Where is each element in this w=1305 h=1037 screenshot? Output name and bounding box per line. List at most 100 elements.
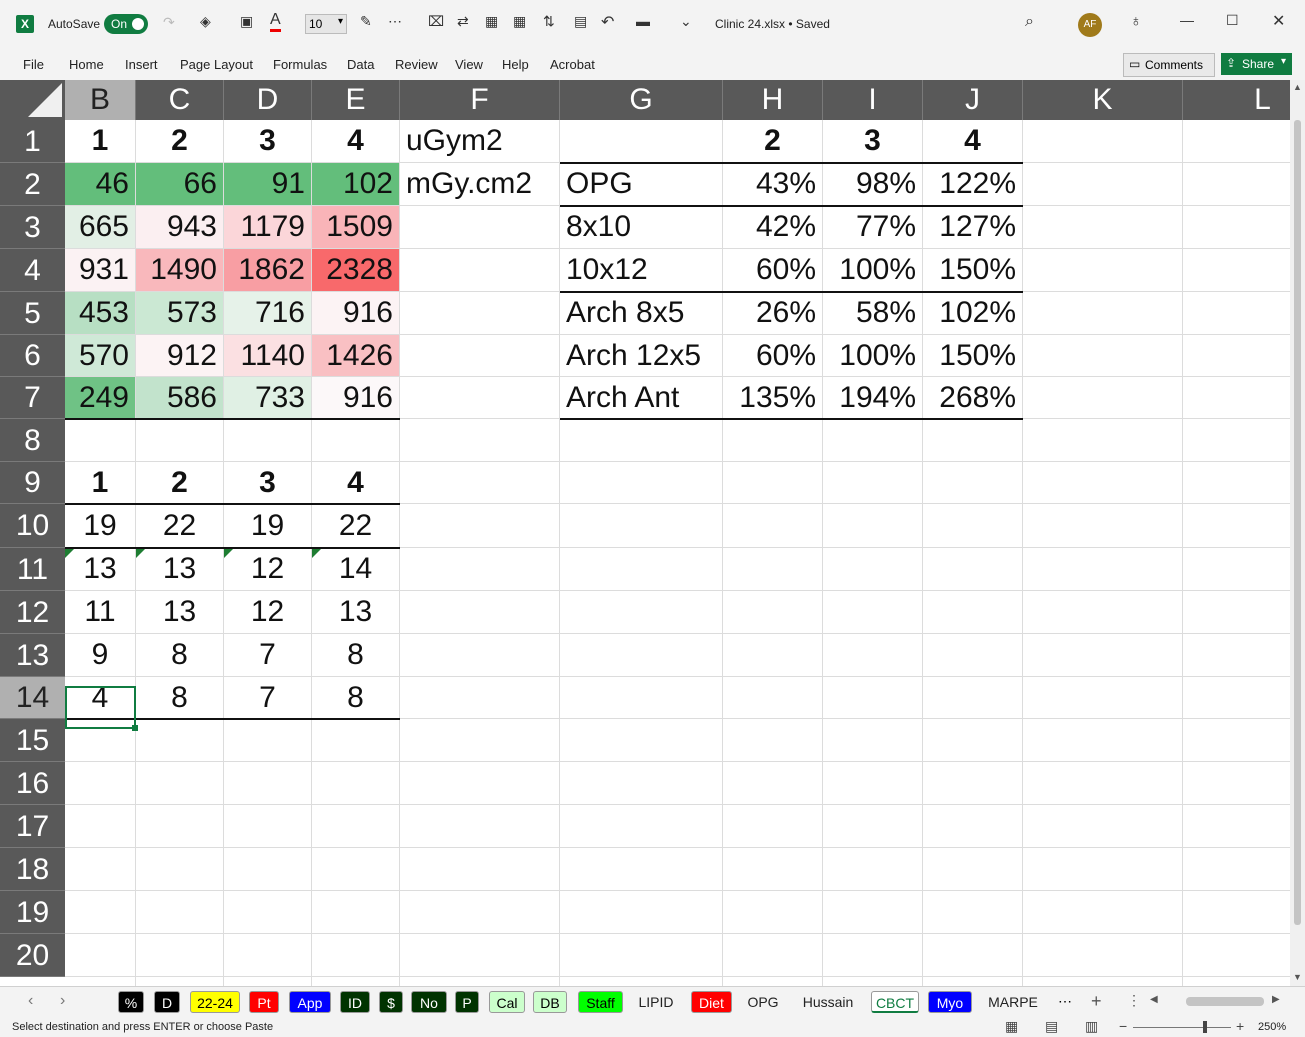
table2-cell[interactable]: 77% bbox=[823, 206, 922, 248]
row-header-3[interactable]: 3 bbox=[0, 206, 65, 249]
redo-icon[interactable]: ↷ bbox=[163, 14, 175, 31]
table1-cell[interactable]: 916 bbox=[312, 377, 399, 418]
zoom-out-icon[interactable]: − bbox=[1119, 1018, 1127, 1034]
table1-cell[interactable]: 102 bbox=[312, 163, 399, 205]
table3-cell[interactable]: 13 bbox=[136, 591, 223, 633]
row-header-5[interactable]: 5 bbox=[0, 292, 65, 335]
table1-cell[interactable]: 916 bbox=[312, 292, 399, 334]
tab-sheet-22-24[interactable]: 22-24 bbox=[190, 991, 240, 1013]
table2-row-label[interactable]: 10x12 bbox=[560, 249, 722, 291]
table3-header-cell[interactable]: 2 bbox=[136, 462, 223, 503]
tab-insert[interactable]: Insert bbox=[125, 57, 158, 72]
fill-color-icon[interactable]: ◈ bbox=[200, 13, 211, 30]
table1-cell[interactable]: 2328 bbox=[312, 249, 399, 291]
table2-cell[interactable]: 60% bbox=[723, 249, 822, 291]
format-painter-icon[interactable]: ✎ bbox=[360, 13, 372, 30]
tab-sheet--[interactable]: $ bbox=[379, 991, 403, 1013]
tab-sheet-cbct[interactable]: CBCT bbox=[871, 991, 919, 1013]
tab-sheet-marpe[interactable]: MARPE bbox=[983, 991, 1043, 1013]
column-header-h[interactable]: H bbox=[723, 80, 823, 120]
tab-review[interactable]: Review bbox=[395, 57, 438, 72]
table2-cell[interactable]: 122% bbox=[923, 163, 1022, 205]
table2-cell[interactable]: 150% bbox=[923, 249, 1022, 291]
table2-header-cell[interactable]: 3 bbox=[823, 120, 922, 162]
table1-cell[interactable]: 931 bbox=[65, 249, 135, 291]
column-header-c[interactable]: C bbox=[136, 80, 224, 120]
table2-header-cell[interactable]: 4 bbox=[923, 120, 1022, 162]
search-icon[interactable]: ⌕ bbox=[1025, 13, 1034, 31]
table3-cell[interactable]: 11 bbox=[65, 591, 135, 633]
error-indicator-icon[interactable] bbox=[65, 548, 75, 558]
table-icon[interactable]: ▦ bbox=[485, 13, 498, 30]
table3-cell[interactable]: 12 bbox=[224, 548, 311, 590]
table3-cell[interactable]: 19 bbox=[224, 504, 311, 547]
table1-cell[interactable]: 665 bbox=[65, 206, 135, 248]
column-header-b[interactable]: B bbox=[65, 80, 136, 120]
share-button[interactable]: ⇪ Share ▾ bbox=[1221, 53, 1292, 75]
next-sheet-icon[interactable]: › bbox=[60, 992, 65, 1010]
table2-row-label[interactable]: OPG bbox=[560, 163, 722, 205]
hscroll-right-icon[interactable]: ▶ bbox=[1272, 994, 1280, 1005]
select-all-corner[interactable] bbox=[0, 80, 65, 120]
document-icon[interactable]: ▤ bbox=[574, 13, 587, 30]
unit-label[interactable]: uGym2 bbox=[400, 120, 559, 162]
table2-cell[interactable]: 60% bbox=[723, 335, 822, 376]
close-icon[interactable]: ✕ bbox=[1272, 11, 1285, 31]
table2-row-label[interactable]: Arch Ant bbox=[560, 377, 722, 418]
tab-sheet-cal[interactable]: Cal bbox=[489, 991, 525, 1013]
scroll-up-icon[interactable]: ▲ bbox=[1293, 82, 1302, 92]
tab-sheet-pt[interactable]: Pt bbox=[249, 991, 279, 1013]
table1-cell[interactable]: 1179 bbox=[224, 206, 311, 248]
minimize-icon[interactable]: — bbox=[1180, 12, 1194, 28]
page-break-view-icon[interactable]: ▥ bbox=[1085, 1018, 1098, 1035]
table2-row-label[interactable]: 8x10 bbox=[560, 206, 722, 248]
table3-cell[interactable]: 7 bbox=[224, 634, 311, 676]
row-header-18[interactable]: 18 bbox=[0, 848, 65, 891]
table1-cell[interactable]: 66 bbox=[136, 163, 223, 205]
tab-home[interactable]: Home bbox=[69, 57, 104, 72]
row-header-14[interactable]: 14 bbox=[0, 677, 65, 719]
sort-icon[interactable]: ⇅ bbox=[543, 13, 555, 30]
table1-cell[interactable]: 249 bbox=[65, 377, 135, 418]
table1-header-cell[interactable]: 2 bbox=[136, 120, 223, 162]
column-header-l[interactable]: L bbox=[1183, 80, 1290, 120]
tab-sheet-opg[interactable]: OPG bbox=[742, 991, 784, 1013]
table3-cell[interactable]: 14 bbox=[312, 548, 399, 590]
font-color-icon[interactable]: A bbox=[270, 11, 281, 32]
macro-icon[interactable]: ▬ bbox=[636, 13, 650, 29]
tab-sheet-no[interactable]: No bbox=[411, 991, 447, 1013]
row-header-2[interactable]: 2 bbox=[0, 163, 65, 206]
borders-icon[interactable]: ⋯ bbox=[388, 13, 402, 30]
error-indicator-icon[interactable] bbox=[136, 548, 146, 558]
table3-header-cell[interactable]: 4 bbox=[312, 462, 399, 503]
table3-cell[interactable]: 8 bbox=[136, 634, 223, 676]
table3-cell[interactable]: 19 bbox=[65, 504, 135, 547]
vertical-scrollbar[interactable]: ▲ ▼ bbox=[1290, 80, 1305, 986]
row-header-15[interactable]: 15 bbox=[0, 719, 65, 762]
table2-cell[interactable]: 43% bbox=[723, 163, 822, 205]
tab-sheet-d[interactable]: D bbox=[154, 991, 180, 1013]
table2-cell[interactable]: 98% bbox=[823, 163, 922, 205]
row-header-16[interactable]: 16 bbox=[0, 762, 65, 805]
table1-header-cell[interactable]: 3 bbox=[224, 120, 311, 162]
table2-row-label[interactable]: Arch 12x5 bbox=[560, 335, 722, 376]
table3-cell[interactable]: 8 bbox=[312, 634, 399, 676]
active-cell-b14[interactable] bbox=[65, 686, 136, 729]
maximize-icon[interactable]: ☐ bbox=[1226, 12, 1239, 29]
table2-cell[interactable]: 268% bbox=[923, 377, 1022, 418]
new-sheet-icon[interactable]: + bbox=[1091, 991, 1102, 1012]
table2-cell[interactable]: 102% bbox=[923, 292, 1022, 334]
table3-header-cell[interactable]: 1 bbox=[65, 462, 135, 503]
table3-cell[interactable]: 12 bbox=[224, 591, 311, 633]
row-header-12[interactable]: 12 bbox=[0, 591, 65, 634]
spreadsheet-grid[interactable]: BCDEFGHIJKL 1 2 3 4 5 6 7 8 9 10 11 12 13 14 15 16 17 18 1… bbox=[0, 80, 1290, 986]
font-size-select[interactable]: 10 ▾ bbox=[305, 14, 347, 34]
tab-formulas[interactable]: Formulas bbox=[273, 57, 327, 72]
tab-sheet-p[interactable]: P bbox=[455, 991, 479, 1013]
table2-cell[interactable]: 127% bbox=[923, 206, 1022, 248]
table1-cell[interactable]: 1490 bbox=[136, 249, 223, 291]
table3-cell[interactable]: 13 bbox=[136, 548, 223, 590]
table1-cell[interactable]: 570 bbox=[65, 335, 135, 376]
table1-cell[interactable]: 912 bbox=[136, 335, 223, 376]
scroll-down-icon[interactable]: ▼ bbox=[1293, 972, 1302, 982]
